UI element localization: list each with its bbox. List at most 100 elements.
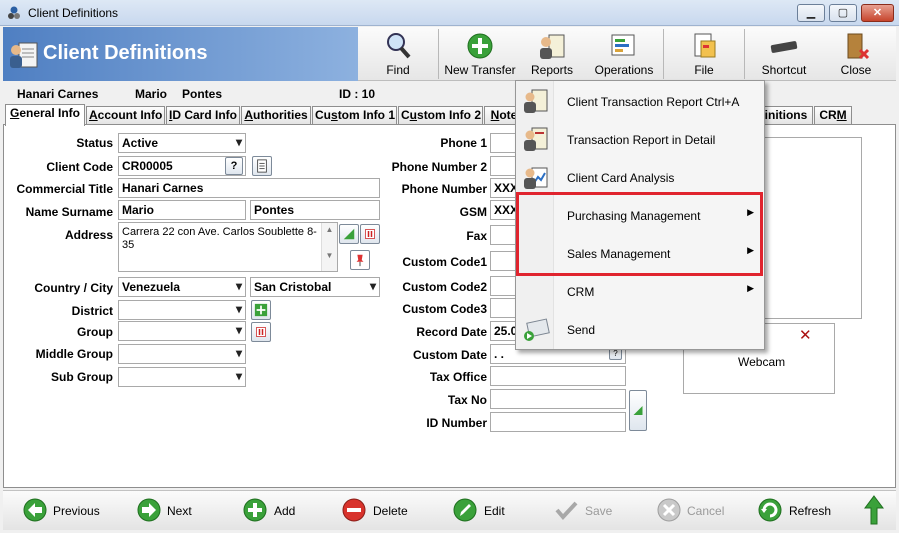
find-icon (387, 33, 411, 59)
card-analysis-icon (524, 167, 548, 189)
menu-item-send[interactable]: Send (516, 310, 764, 348)
report-user-icon (524, 89, 548, 113)
new-transfer-button[interactable]: New Transfer (442, 27, 518, 81)
tab-crm[interactable]: CRM (814, 106, 852, 125)
tab-general-info[interactable]: General Info (5, 104, 85, 126)
custom-date-label: Custom Date (412, 348, 487, 362)
find-button[interactable]: Find (360, 27, 436, 81)
add-button[interactable]: Add (242, 497, 332, 525)
close-button[interactable]: Close (820, 27, 892, 81)
client-definitions-icon (10, 42, 38, 68)
toolbar-separator (744, 29, 745, 79)
district-label: District (71, 304, 113, 318)
record-date-label: Record Date (416, 325, 487, 339)
tax-no-input[interactable] (490, 389, 626, 409)
reports-button[interactable]: Reports (514, 27, 590, 81)
shortcut-button[interactable]: Shortcut (748, 27, 820, 81)
client-last-name: Pontes (182, 87, 223, 101)
tax-no-label: Tax No (447, 393, 487, 407)
tax-office-input[interactable] (490, 366, 626, 386)
client-code-help-button[interactable]: ? (225, 157, 243, 175)
keyboard-icon (770, 41, 798, 53)
tax-map-icon[interactable] (629, 390, 647, 431)
tab-custom-info-1[interactable]: Custom Info 1 (312, 106, 397, 125)
next-button[interactable]: Next (136, 497, 226, 525)
sub-group-label: Sub Group (51, 370, 113, 384)
middle-group-select[interactable] (118, 344, 246, 364)
middle-group-label: Middle Group (35, 347, 113, 361)
pause-icon[interactable] (360, 224, 380, 244)
bottom-action-bar: Previous Next Add Delete Edit Save Cance… (3, 490, 896, 530)
minimize-button[interactable]: ▁ (797, 4, 825, 22)
fax-label: Fax (466, 229, 487, 243)
save-button[interactable]: Save (553, 497, 643, 525)
menu-item-client-card-analysis[interactable]: Client Card Analysis (516, 158, 764, 196)
city-select[interactable]: San Cristobal (250, 277, 380, 297)
menu-item-transaction-report-detail[interactable]: Transaction Report in Detail (516, 120, 764, 158)
commercial-title-label: Commercial Title (16, 182, 113, 196)
reports-icon (540, 34, 565, 59)
file-icon (694, 33, 716, 58)
phone1-label: Phone 1 (440, 136, 487, 150)
name-surname-label: Name Surname (25, 205, 113, 219)
checkmark-icon (555, 501, 578, 521)
custom-code2-label: Custom Code2 (402, 280, 487, 294)
cancel-x-icon (657, 498, 681, 522)
submenu-arrow-icon: ▶ (747, 283, 754, 293)
delete-button[interactable]: Delete (341, 497, 441, 525)
country-select[interactable]: Venezuela (118, 277, 246, 297)
report-detail-icon (524, 127, 548, 151)
document-icon[interactable] (252, 156, 272, 176)
sub-group-select[interactable] (118, 367, 246, 387)
minus-icon (342, 498, 366, 522)
window-close-button[interactable]: ✕ (861, 4, 894, 22)
tab-authorities[interactable]: Authorities (241, 106, 311, 125)
arrow-up-icon[interactable] (864, 495, 884, 525)
submenu-arrow-icon: ▶ (747, 207, 754, 217)
pin-icon[interactable] (350, 250, 370, 270)
operations-button[interactable]: Operations (586, 27, 662, 81)
id-number-input[interactable] (490, 412, 626, 432)
menu-item-purchasing-management[interactable]: Purchasing Management ▶ (516, 196, 764, 234)
maximize-button[interactable]: ▢ (829, 4, 857, 22)
file-button[interactable]: File (666, 27, 742, 81)
menu-item-sales-management[interactable]: Sales Management ▶ (516, 234, 764, 272)
client-code-label: Client Code (46, 160, 113, 174)
webcam-close-icon[interactable]: ✕ (799, 326, 812, 344)
add-district-icon[interactable] (251, 300, 271, 320)
tax-office-label: Tax Office (429, 370, 487, 384)
plus-icon (243, 498, 267, 522)
header-band: Client Definitions (3, 27, 358, 81)
address-label: Address (64, 228, 113, 242)
refresh-button[interactable]: Refresh (757, 497, 847, 525)
commercial-title-input[interactable]: Hanari Carnes (118, 178, 380, 198)
operations-icon (611, 34, 635, 56)
tab-account-info[interactable]: Account Info (86, 106, 165, 125)
name-input[interactable]: Mario (118, 200, 246, 220)
gsm-label: GSM (459, 205, 487, 219)
custom-code3-label: Custom Code3 (402, 302, 487, 316)
client-company: Hanari Carnes (17, 87, 99, 101)
map-icon[interactable] (339, 224, 359, 244)
previous-button[interactable]: Previous (22, 497, 122, 525)
district-select[interactable] (118, 300, 246, 320)
group-pause-icon[interactable] (251, 322, 271, 342)
toolbar-separator (663, 29, 664, 79)
address-textarea[interactable]: Carrera 22 con Ave. Carlos Soublette 8-3… (118, 222, 338, 272)
submenu-arrow-icon: ▶ (747, 245, 754, 255)
group-select[interactable] (118, 321, 246, 341)
window-titlebar: Client Definitions ▁ ▢ ✕ (0, 0, 899, 26)
menu-item-client-transaction-report[interactable]: Client Transaction Report Ctrl+A (516, 82, 764, 120)
surname-input[interactable]: Pontes (250, 200, 380, 220)
tab-custom-info-2[interactable]: Custom Info 2 (398, 106, 483, 125)
id-number-label: ID Number (426, 416, 487, 430)
address-scrollbar[interactable]: ▲ ▼ (321, 223, 337, 271)
edit-button[interactable]: Edit (452, 497, 542, 525)
menu-item-crm[interactable]: CRM ▶ (516, 272, 764, 310)
tab-id-card-info[interactable]: ID Card Info (166, 106, 240, 125)
cancel-button[interactable]: Cancel (656, 497, 746, 525)
country-city-label: Country / City (34, 281, 113, 295)
toolbar-separator (438, 29, 439, 79)
status-select[interactable]: Active (118, 133, 246, 153)
webcam-label: Webcam (738, 355, 786, 369)
